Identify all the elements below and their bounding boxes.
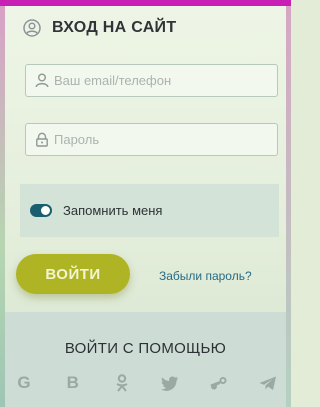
page-frame: ВХОД НА САЙТ Запомнить меня ВОЙТИ Заб <box>0 0 291 407</box>
vk-glyph: B <box>66 373 79 392</box>
social-icons-row: G B <box>12 370 280 396</box>
right-border <box>286 6 291 407</box>
login-header: ВХОД НА САЙТ <box>23 16 176 40</box>
forgot-password-link[interactable]: Забыли пароль? <box>159 269 252 283</box>
twitter-glyph <box>161 376 179 391</box>
remember-me-toggle[interactable] <box>30 204 52 217</box>
person-icon <box>35 73 49 88</box>
odnoklassniki-icon[interactable] <box>110 371 134 395</box>
remember-me-label[interactable]: Запомнить меня <box>63 203 162 218</box>
lock-icon <box>36 132 48 147</box>
telegram-glyph <box>259 376 276 390</box>
steam-glyph <box>210 377 227 390</box>
vk-icon[interactable]: B <box>61 371 85 395</box>
login-button[interactable]: ВОЙТИ <box>16 254 130 294</box>
email-input[interactable] <box>54 73 254 88</box>
user-circle-icon <box>23 19 41 37</box>
twitter-icon[interactable] <box>158 371 182 395</box>
remember-me-row: Запомнить меня <box>20 184 279 237</box>
page-title: ВХОД НА САЙТ <box>52 19 177 36</box>
login-panel: ВХОД НА САЙТ Запомнить меня ВОЙТИ Заб <box>5 6 286 407</box>
google-glyph: G <box>17 373 31 392</box>
odnoklassniki-glyph <box>116 374 128 392</box>
google-icon[interactable]: G <box>12 371 36 395</box>
steam-icon[interactable] <box>207 371 231 395</box>
social-login-title: ВОЙТИ С ПОМОЩЬЮ <box>64 340 227 357</box>
password-input[interactable] <box>54 132 254 147</box>
toggle-knob <box>41 206 50 215</box>
email-field[interactable] <box>25 64 278 97</box>
social-login-section: ВОЙТИ С ПОМОЩЬЮ G B <box>5 312 286 407</box>
telegram-icon[interactable] <box>256 371 280 395</box>
password-field[interactable] <box>25 123 278 156</box>
